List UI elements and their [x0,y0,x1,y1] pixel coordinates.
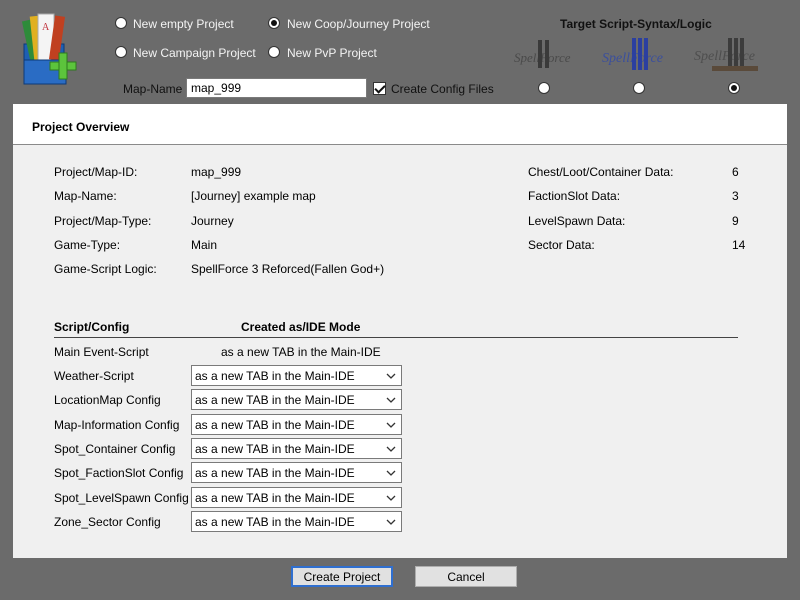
cancel-button[interactable]: Cancel [415,566,517,587]
spellforce-2-logo-icon: SpellForce [514,40,571,68]
panel-header: Project Overview [13,104,787,145]
data-count-value: 14 [732,238,746,252]
select-value: as a new TAB in the Main-IDE [195,491,355,505]
create-config-label: Create Config Files [391,82,494,96]
chevron-down-icon [386,397,396,403]
create-config-checkbox[interactable] [373,82,386,95]
chevron-down-icon [386,446,396,452]
data-count-label: Sector Data: [528,238,595,252]
overview-label: Game-Script Logic: [54,262,157,276]
overview-value: map_999 [191,165,242,179]
chevron-down-icon [386,519,396,525]
main-event-script-label: Main Event-Script [54,345,149,359]
config-row-label: Spot_FactionSlot Config [54,466,184,480]
map-name-label: Map-Name [123,82,183,96]
data-count-label: FactionSlot Data: [528,189,621,203]
radio-target-spellforce-2[interactable] [538,82,550,94]
create-project-button[interactable]: Create Project [291,566,393,587]
label-new-pvp-project: New PvP Project [287,46,377,60]
data-count-value: 6 [732,165,739,179]
spellforce-3-fallen-god-logo-icon: SpellForce [694,38,758,71]
chevron-down-icon [386,495,396,501]
spellforce-3-logo-icon: SpellForce [602,38,663,70]
overview-label: Project/Map-ID: [54,165,138,179]
select-value: as a new TAB in the Main-IDE [195,466,355,480]
data-count-label: LevelSpawn Data: [528,214,626,228]
config-row-label: Weather-Script [54,369,134,383]
locationmap-config-mode-select[interactable]: as a new TAB in the Main-IDE [191,389,402,410]
select-value: as a new TAB in the Main-IDE [195,393,355,407]
overview-value: [Journey] example map [191,189,316,203]
radio-new-campaign-project[interactable] [115,46,127,58]
chevron-down-icon [386,373,396,379]
label-new-campaign-project: New Campaign Project [133,46,256,60]
main-event-script-mode: as a new TAB in the Main-IDE [221,345,381,359]
svg-text:SpellForce: SpellForce [694,49,755,64]
col-header-created-as: Created as/IDE Mode [241,320,361,334]
select-value: as a new TAB in the Main-IDE [195,442,355,456]
chevron-down-icon [386,470,396,476]
panel-title: Project Overview [32,120,130,134]
radio-new-coop-journey-project[interactable] [268,17,280,29]
spot-levelspawn-config-mode-select[interactable]: as a new TAB in the Main-IDE [191,487,402,508]
new-project-app-icon: A [21,13,77,85]
map-information-config-mode-select[interactable]: as a new TAB in the Main-IDE [191,414,402,435]
data-count-value: 9 [732,214,739,228]
target-syntax-title: Target Script-Syntax/Logic [560,17,712,31]
radio-new-empty-project[interactable] [115,17,127,29]
col-header-script-config: Script/Config [54,320,130,334]
config-row-label: Spot_LevelSpawn Config [54,491,189,505]
config-row-label: Map-Information Config [54,418,180,432]
chevron-down-icon [386,422,396,428]
select-value: as a new TAB in the Main-IDE [195,369,355,383]
overview-value: SpellForce 3 Reforced(Fallen God+) [191,262,385,276]
spot-container-config-mode-select[interactable]: as a new TAB in the Main-IDE [191,438,402,459]
select-value: as a new TAB in the Main-IDE [195,418,355,432]
spot-factionslot-config-mode-select[interactable]: as a new TAB in the Main-IDE [191,462,402,483]
select-value: as a new TAB in the Main-IDE [195,515,355,529]
label-new-empty-project: New empty Project [133,17,234,31]
data-count-label: Chest/Loot/Container Data: [528,165,674,179]
zone-sector-config-mode-select[interactable]: as a new TAB in the Main-IDE [191,511,402,532]
config-row-label: LocationMap Config [54,393,161,407]
project-overview-panel: Project Overview Project/Map-ID: map_999… [13,104,787,558]
map-name-input[interactable] [186,78,367,98]
overview-value: Main [191,238,218,252]
radio-new-pvp-project[interactable] [268,46,280,58]
overview-label: Project/Map-Type: [54,214,152,228]
radio-target-spellforce-3-fallen-god[interactable] [728,82,740,94]
svg-text:SpellForce: SpellForce [514,50,571,65]
overview-label: Game-Type: [54,238,121,252]
overview-label: Map-Name: [54,189,117,203]
config-row-label: Zone_Sector Config [54,515,161,529]
svg-text:A: A [42,22,50,33]
weather-script-mode-select[interactable]: as a new TAB in the Main-IDE [191,365,402,386]
label-new-coop-journey-project: New Coop/Journey Project [287,17,430,31]
radio-target-spellforce-3[interactable] [633,82,645,94]
data-count-value: 3 [732,189,739,203]
table-header-divider [54,337,738,338]
config-row-label: Spot_Container Config [54,442,176,456]
overview-value: Journey [191,214,234,228]
